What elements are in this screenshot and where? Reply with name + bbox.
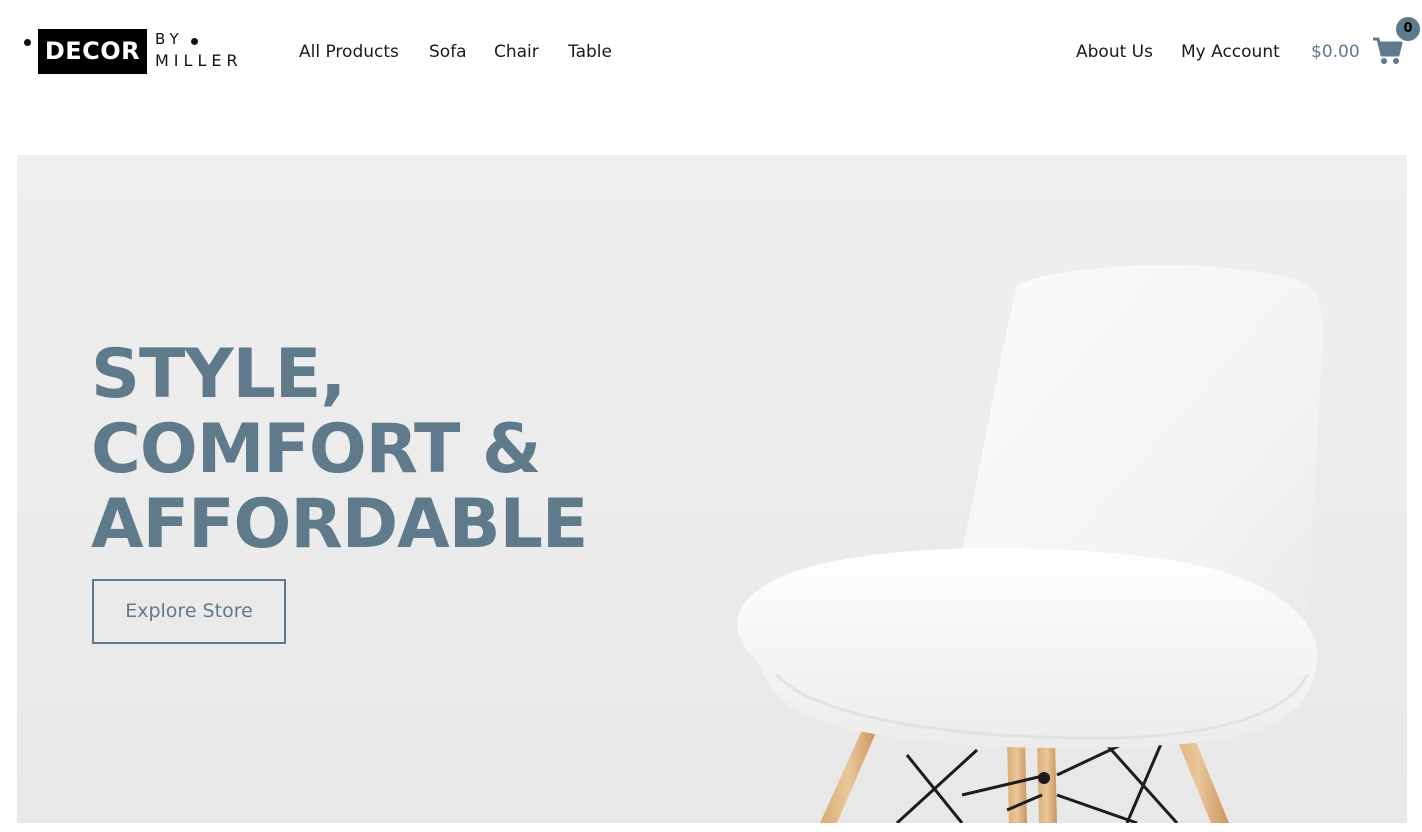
site-logo[interactable]: DECOR BY MILLER xyxy=(22,29,247,75)
cart-total[interactable]: $0.00 xyxy=(1311,40,1360,64)
site-header: DECOR BY MILLER All Products Sofa Chair … xyxy=(0,0,1422,104)
logo-dot-decoration xyxy=(24,39,31,46)
nav-my-account[interactable]: My Account xyxy=(1181,40,1280,64)
nav-all-products[interactable]: All Products xyxy=(299,40,399,64)
nav-sofa[interactable]: Sofa xyxy=(429,40,467,64)
nav-about-us[interactable]: About Us xyxy=(1076,40,1153,64)
logo-dot-decoration xyxy=(191,38,198,45)
logo-wordmark: DECOR xyxy=(38,29,147,74)
hero-banner: STYLE, COMFORT & AFFORDABLE Explore Stor… xyxy=(17,155,1407,823)
hero-title-line: COMFORT & xyxy=(91,410,541,489)
logo-by-text: BY xyxy=(155,30,184,48)
hero-title-line: STYLE, xyxy=(91,335,346,414)
nav-table[interactable]: Table xyxy=(568,40,612,64)
shopping-cart-icon[interactable] xyxy=(1372,35,1404,67)
hero-title-line: AFFORDABLE xyxy=(91,485,588,564)
cart-count-badge: 0 xyxy=(1396,17,1420,41)
explore-store-button[interactable]: Explore Store xyxy=(92,579,286,644)
nav-chair[interactable]: Chair xyxy=(494,40,539,64)
logo-subtext: MILLER xyxy=(155,51,243,70)
hero-title: STYLE, COMFORT & AFFORDABLE xyxy=(91,335,588,564)
